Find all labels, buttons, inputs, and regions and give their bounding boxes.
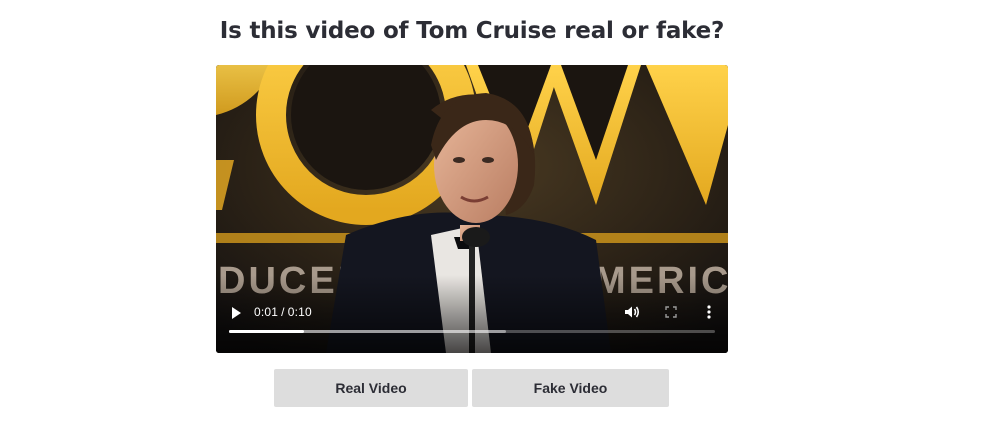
time-separator: / <box>281 305 285 319</box>
question-title: Is this video of Tom Cruise real or fake… <box>219 18 725 44</box>
volume-button[interactable] <box>622 302 642 322</box>
fullscreen-icon <box>665 306 677 318</box>
more-options-button[interactable] <box>699 302 719 322</box>
more-options-icon <box>707 305 711 319</box>
fullscreen-button[interactable] <box>661 302 681 322</box>
play-icon <box>232 307 241 319</box>
progress-played <box>229 330 305 333</box>
real-video-button[interactable]: Real Video <box>274 369 468 407</box>
volume-icon <box>625 306 640 318</box>
video-player[interactable]: DUCERS MERICA <box>216 65 728 353</box>
duration: 0:10 <box>287 305 312 319</box>
progress-bar[interactable] <box>229 330 715 333</box>
time-display: 0:01/0:10 <box>254 305 312 319</box>
current-time: 0:01 <box>254 305 279 319</box>
fake-video-button[interactable]: Fake Video <box>472 369 669 407</box>
play-button[interactable] <box>226 303 246 323</box>
quiz-page: Is this video of Tom Cruise real or fake… <box>0 0 1000 438</box>
video-controls: 0:01/0:10 <box>216 297 728 353</box>
